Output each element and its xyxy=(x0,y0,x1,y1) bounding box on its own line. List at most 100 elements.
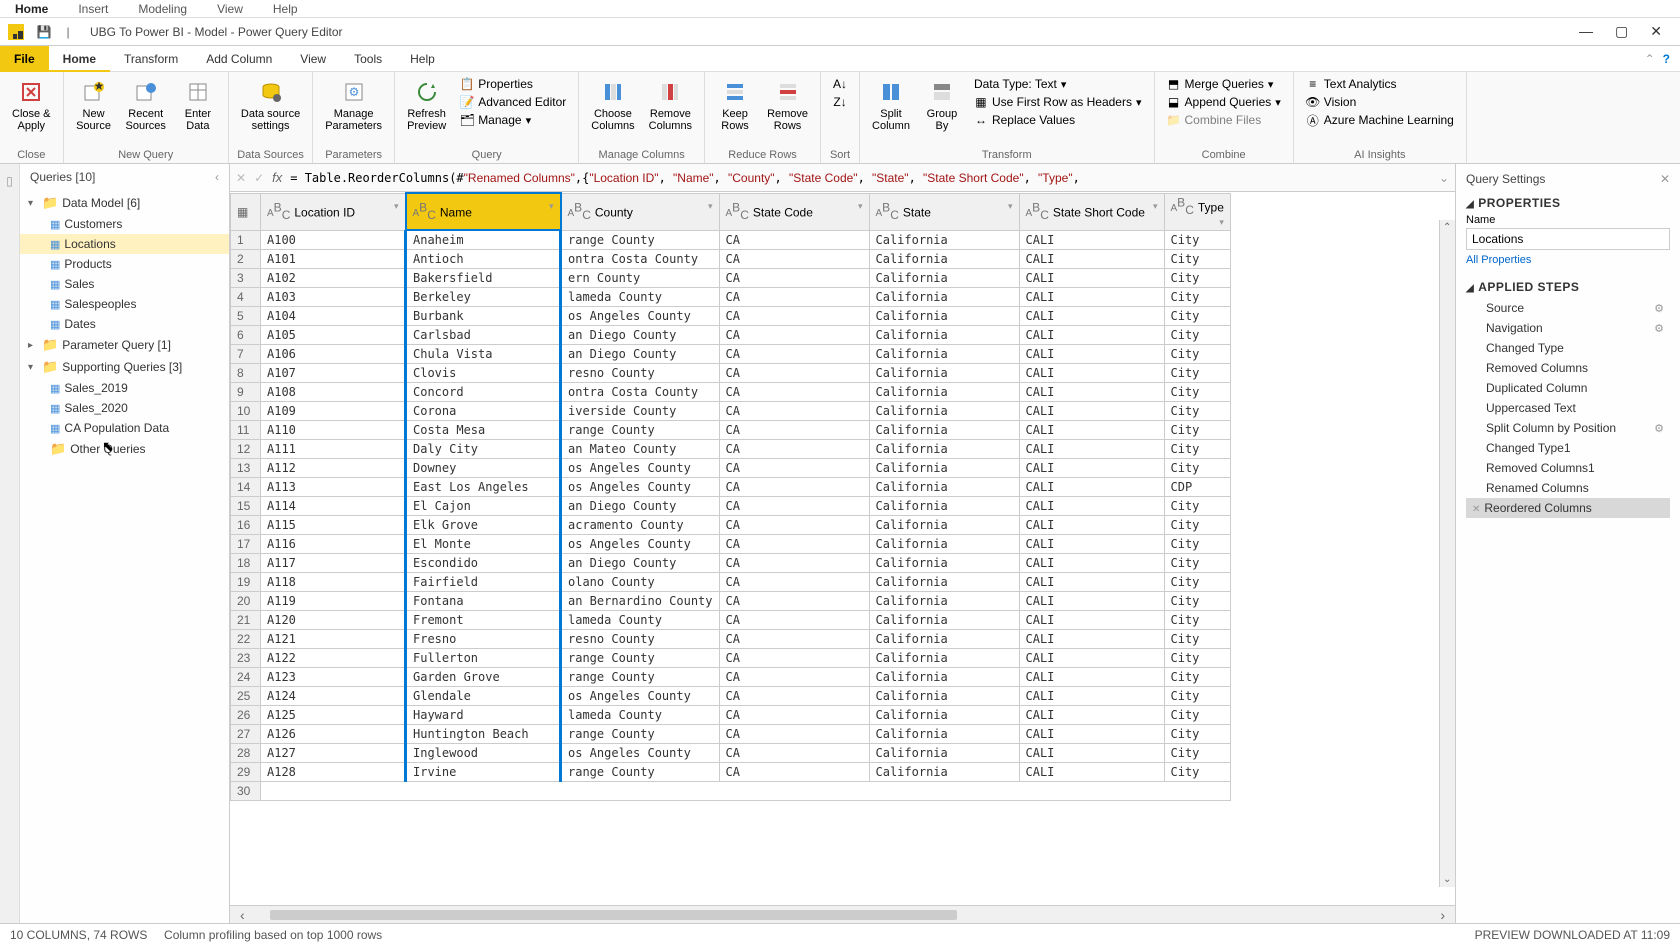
data-cell[interactable]: Fullerton xyxy=(406,649,561,668)
data-cell[interactable]: California xyxy=(869,611,1019,630)
row-number[interactable]: 14 xyxy=(231,478,261,497)
all-properties-link[interactable]: All Properties xyxy=(1466,254,1670,266)
data-cell[interactable]: olano County xyxy=(561,573,720,592)
manage-parameters-button[interactable]: ⚙Manage Parameters xyxy=(319,74,388,136)
data-cell[interactable]: CALI xyxy=(1019,516,1164,535)
row-number[interactable]: 20 xyxy=(231,592,261,611)
enter-data-button[interactable]: Enter Data xyxy=(174,74,222,136)
data-cell[interactable]: California xyxy=(869,668,1019,687)
data-cell[interactable]: A125 xyxy=(261,706,406,725)
data-cell[interactable]: Daly City xyxy=(406,440,561,459)
row-number[interactable]: 1 xyxy=(231,230,261,250)
data-cell[interactable]: Fairfield xyxy=(406,573,561,592)
properties-button[interactable]: 📋Properties xyxy=(458,76,568,92)
row-number[interactable]: 28 xyxy=(231,744,261,763)
row-header-corner[interactable]: ▦ xyxy=(231,193,261,230)
data-cell[interactable]: CA xyxy=(719,725,869,744)
data-cell[interactable]: CALI xyxy=(1019,250,1164,269)
data-cell[interactable]: A113 xyxy=(261,478,406,497)
data-cell[interactable]: Antioch xyxy=(406,250,561,269)
data-cell[interactable]: CALI xyxy=(1019,649,1164,668)
row-number[interactable]: 6 xyxy=(231,326,261,345)
data-cell[interactable]: CALI xyxy=(1019,307,1164,326)
data-cell[interactable]: CALI xyxy=(1019,706,1164,725)
data-cell[interactable]: A115 xyxy=(261,516,406,535)
data-cell[interactable]: CA xyxy=(719,345,869,364)
data-cell[interactable]: California xyxy=(869,345,1019,364)
data-cell[interactable]: CA xyxy=(719,535,869,554)
query-item[interactable]: ▦Salespeoples xyxy=(20,294,229,314)
advanced-editor-button[interactable]: 📝Advanced Editor xyxy=(458,94,568,110)
data-cell[interactable]: California xyxy=(869,592,1019,611)
data-cell[interactable]: El Cajon xyxy=(406,497,561,516)
applied-step[interactable]: Uppercased Text xyxy=(1466,398,1670,418)
data-cell[interactable]: range County xyxy=(561,668,720,687)
data-cell[interactable]: City xyxy=(1164,706,1230,725)
data-cell[interactable]: Huntington Beach xyxy=(406,725,561,744)
data-cell[interactable]: California xyxy=(869,497,1019,516)
row-number[interactable]: 26 xyxy=(231,706,261,725)
data-cell[interactable]: CA xyxy=(719,402,869,421)
query-item[interactable]: ▦Sales xyxy=(20,274,229,294)
data-cell[interactable]: A110 xyxy=(261,421,406,440)
data-cell[interactable]: City xyxy=(1164,383,1230,402)
data-cell[interactable]: an Bernardino County xyxy=(561,592,720,611)
data-cell[interactable]: City xyxy=(1164,592,1230,611)
data-cell[interactable]: CA xyxy=(719,478,869,497)
applied-step[interactable]: Source⚙ xyxy=(1466,298,1670,318)
data-cell[interactable]: Chula Vista xyxy=(406,345,561,364)
data-cell[interactable]: CA xyxy=(719,230,869,250)
save-icon[interactable]: 💾 xyxy=(36,24,52,40)
data-cell[interactable]: City xyxy=(1164,554,1230,573)
data-cell[interactable]: City xyxy=(1164,763,1230,782)
data-cell[interactable]: California xyxy=(869,763,1019,782)
row-number[interactable]: 8 xyxy=(231,364,261,383)
row-number[interactable]: 12 xyxy=(231,440,261,459)
query-name-input[interactable] xyxy=(1466,228,1670,250)
data-cell[interactable]: CA xyxy=(719,383,869,402)
row-number[interactable]: 29 xyxy=(231,763,261,782)
data-cell[interactable]: ontra Costa County xyxy=(561,383,720,402)
applied-step[interactable]: Removed Columns1 xyxy=(1466,458,1670,478)
formula-cancel-icon[interactable]: ✕ xyxy=(236,171,246,185)
data-cell[interactable]: A123 xyxy=(261,668,406,687)
row-number[interactable]: 23 xyxy=(231,649,261,668)
data-cell[interactable]: Glendale xyxy=(406,687,561,706)
close-button[interactable]: ✕ xyxy=(1650,23,1662,40)
data-cell[interactable]: Fresno xyxy=(406,630,561,649)
data-cell[interactable]: City xyxy=(1164,288,1230,307)
data-cell[interactable]: California xyxy=(869,364,1019,383)
data-cell[interactable]: CA xyxy=(719,744,869,763)
formula-accept-icon[interactable]: ✓ xyxy=(254,171,264,185)
data-cell[interactable]: Clovis xyxy=(406,364,561,383)
applied-step[interactable]: ✕Reordered Columns xyxy=(1466,498,1670,518)
data-cell[interactable]: California xyxy=(869,687,1019,706)
row-number[interactable]: 19 xyxy=(231,573,261,592)
data-cell[interactable]: City xyxy=(1164,611,1230,630)
azure-ml-button[interactable]: ⒶAzure Machine Learning xyxy=(1304,112,1456,128)
query-item[interactable]: ▦Products xyxy=(20,254,229,274)
row-number[interactable]: 24 xyxy=(231,668,261,687)
host-menu-home[interactable]: Home xyxy=(15,2,48,16)
data-cell[interactable]: os Angeles County xyxy=(561,687,720,706)
data-cell[interactable]: A117 xyxy=(261,554,406,573)
query-item[interactable]: ▦Locations xyxy=(20,234,229,254)
data-cell[interactable]: CALI xyxy=(1019,573,1164,592)
data-cell[interactable]: California xyxy=(869,535,1019,554)
query-item[interactable]: ▦Customers xyxy=(20,214,229,234)
data-cell[interactable]: City xyxy=(1164,345,1230,364)
data-cell[interactable]: CA xyxy=(719,269,869,288)
data-cell[interactable]: range County xyxy=(561,649,720,668)
data-cell[interactable]: El Monte xyxy=(406,535,561,554)
manage-button[interactable]: 🗂Manage ▾ xyxy=(458,112,568,128)
data-cell[interactable]: City xyxy=(1164,421,1230,440)
formula-expand-icon[interactable]: ⌄ xyxy=(1439,171,1449,185)
column-header[interactable]: ABCLocation ID▾ xyxy=(261,193,406,230)
data-cell[interactable]: City xyxy=(1164,630,1230,649)
data-cell[interactable]: California xyxy=(869,630,1019,649)
data-cell[interactable]: CA xyxy=(719,421,869,440)
query-item[interactable]: ▦Sales_2020 xyxy=(20,398,229,418)
data-cell[interactable]: Carlsbad xyxy=(406,326,561,345)
data-cell[interactable]: CALI xyxy=(1019,230,1164,250)
applied-step[interactable]: Duplicated Column xyxy=(1466,378,1670,398)
